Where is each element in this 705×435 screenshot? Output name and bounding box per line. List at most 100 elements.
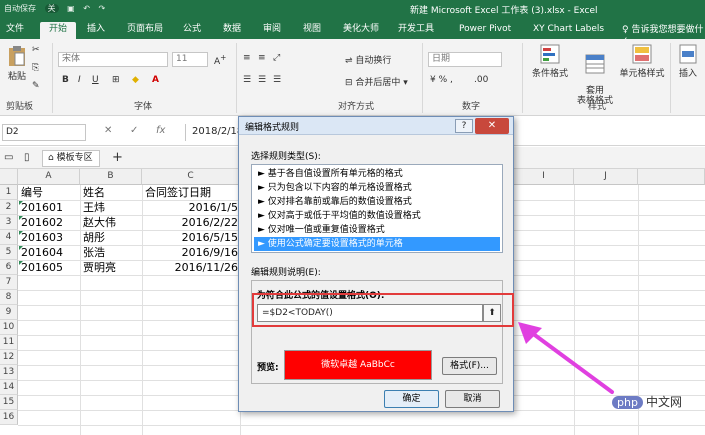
undo-icon[interactable]: ↶ bbox=[83, 4, 90, 13]
row-header[interactable]: 16 bbox=[0, 410, 18, 425]
tab-view[interactable]: 视图 bbox=[300, 22, 324, 39]
fill-color-icon[interactable]: ◆ bbox=[132, 75, 139, 85]
insert-cells-button[interactable]: 插入 bbox=[675, 44, 701, 79]
row-header[interactable]: 8 bbox=[0, 290, 18, 305]
conditional-format-button[interactable]: 条件格式 bbox=[528, 44, 572, 79]
align-left-icon[interactable]: ☰ bbox=[243, 75, 251, 85]
tab-home[interactable]: 开始 bbox=[40, 22, 76, 39]
paste-button[interactable]: 粘贴 bbox=[4, 45, 30, 82]
row-header[interactable]: 13 bbox=[0, 365, 18, 380]
wrap-text-button[interactable]: ⇌ 自动换行 bbox=[345, 53, 391, 66]
tab-data[interactable]: 数据 bbox=[220, 22, 244, 39]
align-middle-icon[interactable]: ≡ bbox=[258, 53, 266, 63]
close-button[interactable]: ✕ bbox=[475, 118, 509, 134]
table-cell[interactable]: 赵大伟 bbox=[83, 215, 141, 230]
table-cell[interactable]: 201604 bbox=[21, 245, 79, 260]
italic-button[interactable]: I bbox=[78, 75, 81, 85]
rule-type-item[interactable]: ► 仅对排名靠前或靠后的数值设置格式 bbox=[254, 195, 500, 209]
cancel-button[interactable]: 取消 bbox=[445, 390, 500, 408]
tab-page-layout[interactable]: 页面布局 bbox=[124, 22, 166, 39]
column-header-k[interactable] bbox=[638, 169, 705, 185]
autosave-label[interactable]: 自动保存 bbox=[4, 4, 36, 13]
column-header-j[interactable]: J bbox=[574, 169, 638, 185]
rule-type-list[interactable]: ► 基于各自值设置所有单元格的格式 ► 只为包含以下内容的单元格设置格式 ► 仅… bbox=[251, 164, 503, 253]
help-button[interactable]: ? bbox=[455, 119, 473, 133]
formula-input[interactable]: 2018/2/18 bbox=[185, 124, 245, 141]
row-header[interactable]: 9 bbox=[0, 305, 18, 320]
table-cell[interactable]: 201602 bbox=[21, 215, 79, 230]
rule-type-item[interactable]: ► 基于各自值设置所有单元格的格式 bbox=[254, 167, 500, 181]
align-top-icon[interactable]: ≡ bbox=[243, 53, 251, 63]
tab-formulas[interactable]: 公式 bbox=[180, 22, 204, 39]
merge-center-button[interactable]: ⊟ 合并后居中 ▾ bbox=[345, 75, 408, 88]
row-header[interactable]: 14 bbox=[0, 380, 18, 395]
tab-file[interactable]: 文件 bbox=[3, 22, 27, 39]
format-painter-icon[interactable]: ✎ bbox=[32, 81, 40, 91]
font-color-icon[interactable]: A bbox=[152, 75, 159, 85]
rule-type-item-selected[interactable]: ► 使用公式确定要设置格式的单元格 bbox=[254, 237, 500, 251]
align-right-icon[interactable]: ☰ bbox=[273, 75, 281, 85]
row-header[interactable]: 4 bbox=[0, 230, 18, 245]
cancel-entry-icon[interactable]: ✕ bbox=[104, 125, 112, 136]
table-cell[interactable]: 2016/5/15 bbox=[145, 230, 238, 245]
tab-review[interactable]: 审阅 bbox=[260, 22, 284, 39]
row-header[interactable]: 6 bbox=[0, 260, 18, 275]
table-cell[interactable]: 2016/1/5 bbox=[145, 200, 238, 215]
orientation-icon[interactable]: ⤢ bbox=[273, 53, 280, 63]
cut-icon[interactable]: ✂ bbox=[32, 45, 40, 55]
ok-button[interactable]: 确定 bbox=[384, 390, 439, 408]
tab-power-pivot[interactable]: Power Pivot bbox=[456, 22, 514, 39]
font-name-select[interactable]: 宋体 bbox=[58, 52, 168, 67]
rule-type-item[interactable]: ► 只为包含以下内容的单元格设置格式 bbox=[254, 181, 500, 195]
table-cell[interactable]: 贾明亮 bbox=[83, 260, 141, 275]
column-header-a[interactable]: A bbox=[18, 169, 80, 185]
column-header-c[interactable]: C bbox=[142, 169, 240, 185]
bold-button[interactable]: B bbox=[62, 75, 69, 85]
redo-icon[interactable]: ↷ bbox=[98, 4, 105, 13]
template-zone-tab[interactable]: ⌂ 模板专区 bbox=[42, 150, 100, 167]
folder-icon[interactable]: ▭ bbox=[4, 152, 13, 163]
font-size-select[interactable]: 11 bbox=[172, 52, 208, 67]
table-cell[interactable]: 张浩 bbox=[83, 245, 141, 260]
format-as-table-button[interactable]: 套用 表格格式 bbox=[576, 44, 614, 106]
format-button[interactable]: 格式(F)... bbox=[442, 357, 497, 375]
table-cell[interactable]: 2016/11/26 bbox=[145, 260, 238, 275]
table-cell[interactable]: 2016/9/16 bbox=[145, 245, 238, 260]
select-all-corner[interactable] bbox=[0, 169, 18, 185]
table-cell[interactable]: 王炜 bbox=[83, 200, 141, 215]
increase-font-icon[interactable]: A+ bbox=[214, 53, 226, 67]
column-header-i[interactable]: I bbox=[514, 169, 574, 185]
currency-icon[interactable]: ¥ % , bbox=[430, 75, 453, 85]
confirm-entry-icon[interactable]: ✓ bbox=[130, 125, 138, 136]
row-header[interactable]: 5 bbox=[0, 245, 18, 260]
save-icon[interactable]: ▣ bbox=[67, 4, 75, 13]
table-cell[interactable]: 201601 bbox=[21, 200, 79, 215]
row-header[interactable]: 10 bbox=[0, 320, 18, 335]
row-header[interactable]: 1 bbox=[0, 185, 18, 200]
autosave-state[interactable]: 关 bbox=[44, 4, 59, 13]
table-cell[interactable]: 2016/2/22 bbox=[145, 215, 238, 230]
underline-button[interactable]: U bbox=[92, 75, 99, 85]
rule-type-item[interactable]: ► 仅对高于或低于平均值的数值设置格式 bbox=[254, 209, 500, 223]
decimal-icon[interactable]: .00 bbox=[474, 75, 488, 85]
cell-styles-button[interactable]: 单元格样式 bbox=[618, 44, 666, 79]
table-header-cell[interactable]: 合同签订日期 bbox=[145, 185, 239, 200]
tab-developer[interactable]: 开发工具 bbox=[395, 22, 437, 39]
table-header-cell[interactable]: 姓名 bbox=[83, 185, 141, 200]
row-header[interactable]: 15 bbox=[0, 395, 18, 410]
column-header-b[interactable]: B bbox=[80, 169, 142, 185]
number-format-select[interactable]: 日期 bbox=[428, 52, 502, 67]
table-header-cell[interactable]: 编号 bbox=[21, 185, 79, 200]
dialog-title-bar[interactable]: 编辑格式规则 ? ✕ bbox=[239, 117, 513, 135]
tab-xy-chart-labels[interactable]: XY Chart Labels bbox=[530, 22, 607, 39]
align-center-icon[interactable]: ☰ bbox=[258, 75, 266, 85]
row-header[interactable]: 2 bbox=[0, 200, 18, 215]
table-cell[interactable]: 201605 bbox=[21, 260, 79, 275]
add-tab-icon[interactable]: + bbox=[112, 150, 123, 165]
table-cell[interactable]: 201603 bbox=[21, 230, 79, 245]
name-box[interactable]: D2 bbox=[2, 124, 86, 141]
row-header[interactable]: 3 bbox=[0, 215, 18, 230]
insert-function-icon[interactable]: fx bbox=[156, 125, 165, 136]
row-header[interactable]: 7 bbox=[0, 275, 18, 290]
tab-insert[interactable]: 插入 bbox=[84, 22, 108, 39]
